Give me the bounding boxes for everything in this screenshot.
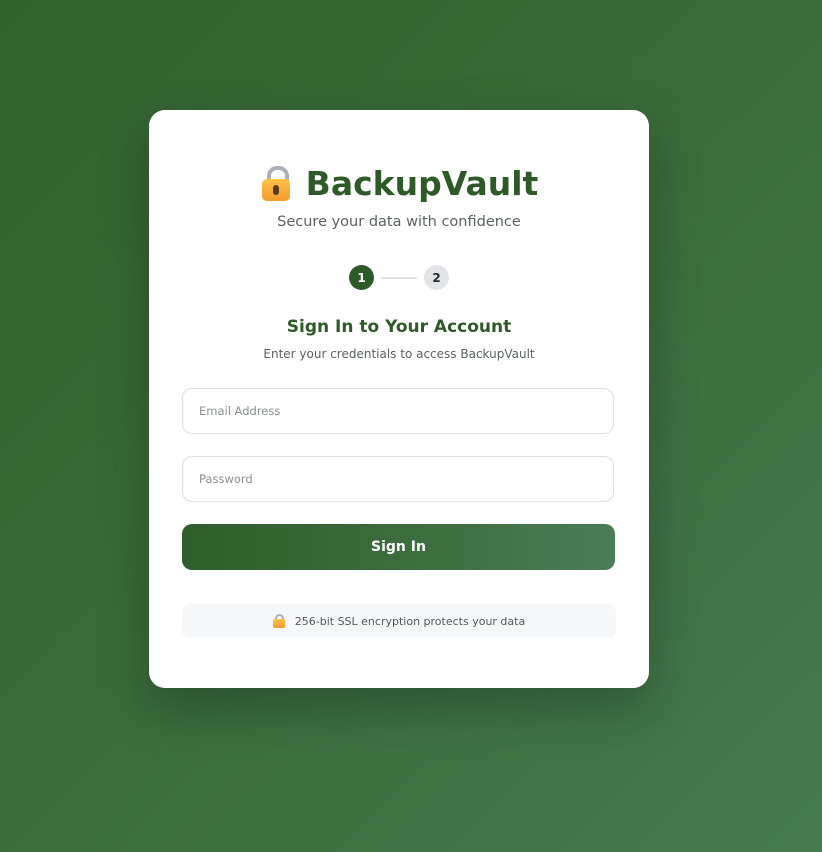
ssl-notice: 256-bit SSL encryption protects your dat… — [182, 604, 616, 638]
step-connector — [381, 276, 417, 279]
email-field[interactable] — [182, 388, 614, 434]
brand-tagline: Secure your data with confidence — [277, 214, 521, 230]
sign-in-button[interactable]: Sign In — [182, 524, 615, 570]
step-indicator: 1 2 — [149, 265, 649, 290]
ssl-notice-text: 256-bit SSL encryption protects your dat… — [294, 614, 526, 628]
password-field[interactable] — [182, 456, 614, 502]
step-1: 1 — [349, 265, 374, 290]
brand-header: BackupVault — [149, 164, 649, 203]
step-2: 2 — [424, 265, 449, 290]
form-title: Sign In to Your Account — [286, 317, 512, 337]
brand-title: BackupVault — [305, 164, 539, 203]
lock-icon — [260, 165, 292, 202]
login-card: BackupVault Secure your data with confid… — [149, 110, 649, 688]
form-subtitle: Enter your credentials to access BackupV… — [263, 347, 535, 361]
lock-icon — [272, 614, 285, 628]
